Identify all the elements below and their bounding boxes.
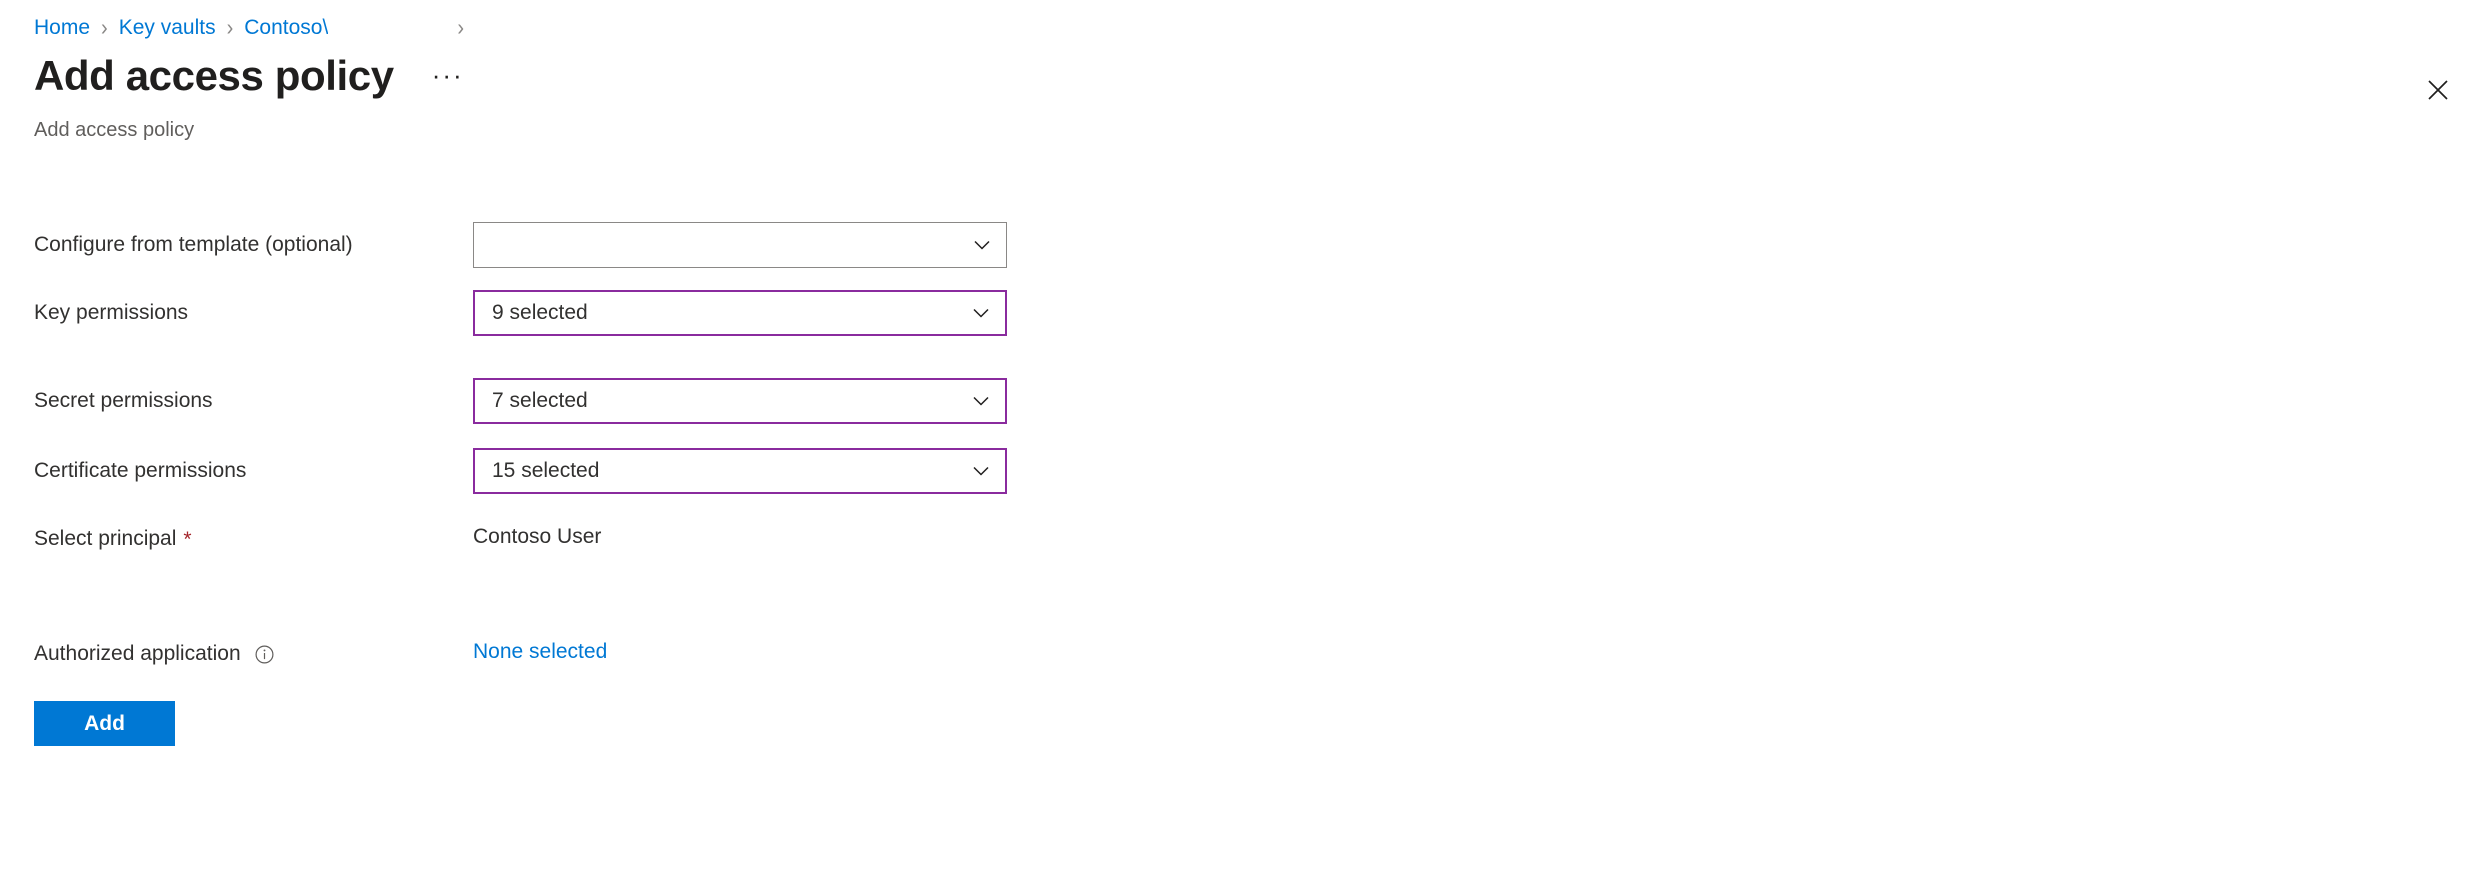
- form-row-secret-permissions: Secret permissions 7 selected: [0, 370, 2492, 440]
- chevron-down-icon: [969, 459, 993, 483]
- label-secret-permissions: Secret permissions: [34, 388, 213, 414]
- form-row-select-principal: Select principal * Contoso User: [0, 508, 2492, 623]
- label-key-permissions: Key permissions: [34, 300, 188, 326]
- label-text: Configure from template (optional): [34, 233, 353, 256]
- key-permissions-dropdown[interactable]: 9 selected: [473, 290, 1007, 336]
- add-button[interactable]: Add: [34, 701, 175, 746]
- certificate-permissions-dropdown[interactable]: 15 selected: [473, 448, 1007, 494]
- form-row-configure-from-template: Configure from template (optional): [0, 214, 2492, 282]
- secret-permissions-dropdown[interactable]: 7 selected: [473, 378, 1007, 424]
- label-authorized-application: Authorized application: [34, 641, 275, 667]
- chevron-right-icon: ›: [457, 15, 464, 41]
- form-row-authorized-application: Authorized application None selected: [0, 623, 2492, 695]
- close-icon: [2426, 78, 2450, 102]
- chevron-right-icon: ›: [101, 15, 108, 41]
- label-configure-from-template: Configure from template (optional): [34, 232, 353, 258]
- title-row: Add access policy ···: [34, 50, 470, 102]
- configure-from-template-dropdown[interactable]: [473, 222, 1007, 268]
- required-indicator: *: [183, 527, 192, 551]
- more-options-button[interactable]: ···: [426, 60, 470, 90]
- breadcrumb-item-vault[interactable]: Contoso\: [244, 14, 328, 42]
- add-access-policy-blade: Home › Key vaults › Contoso\ › Add acces…: [0, 0, 2492, 892]
- chevron-down-icon: [969, 389, 993, 413]
- breadcrumb-item-home[interactable]: Home: [34, 14, 90, 42]
- page-subtitle: Add access policy: [34, 119, 195, 141]
- key-permissions-value: 9 selected: [492, 301, 588, 324]
- authorized-application-link[interactable]: None selected: [473, 639, 607, 665]
- select-principal-value[interactable]: Contoso User: [473, 524, 601, 550]
- chevron-down-icon: [969, 301, 993, 325]
- page-title: Add access policy: [34, 52, 394, 99]
- label-text: Certificate permissions: [34, 459, 247, 482]
- form-row-certificate-permissions: Certificate permissions 15 selected: [0, 440, 2492, 508]
- label-text: Key permissions: [34, 301, 189, 324]
- breadcrumb: Home › Key vaults › Contoso\ ›: [34, 14, 464, 42]
- secret-permissions-value: 7 selected: [492, 389, 588, 412]
- label-text: Select principal: [34, 527, 177, 550]
- label-select-principal: Select principal *: [34, 526, 192, 552]
- chevron-right-icon: ›: [226, 15, 234, 41]
- access-policy-form: Configure from template (optional) Key p…: [0, 214, 2492, 695]
- breadcrumb-item-key-vaults[interactable]: Key vaults: [119, 14, 216, 42]
- form-row-key-permissions: Key permissions 9 selected: [0, 282, 2492, 370]
- info-icon[interactable]: [254, 644, 275, 665]
- certificate-permissions-value: 15 selected: [492, 459, 600, 482]
- label-text: Secret permissions: [34, 389, 213, 412]
- chevron-down-icon: [970, 233, 994, 257]
- label-certificate-permissions: Certificate permissions: [34, 458, 246, 484]
- label-text: Authorized application: [34, 642, 241, 665]
- close-button[interactable]: [2420, 72, 2456, 108]
